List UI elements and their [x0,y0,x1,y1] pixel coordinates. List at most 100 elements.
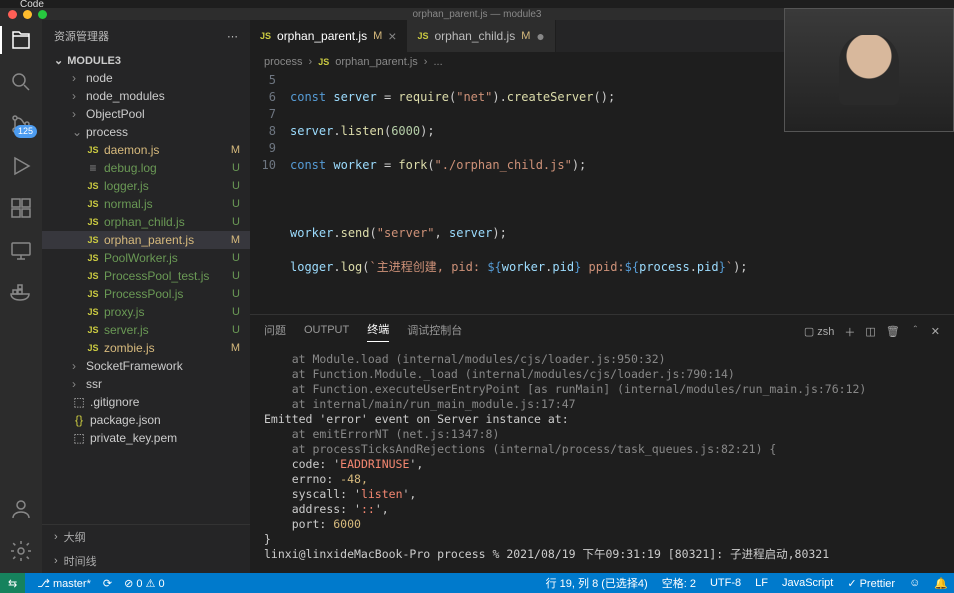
folder-item[interactable]: ›node_modules [42,87,250,105]
root-label: MODULE3 [67,55,121,67]
notifications-icon[interactable]: 🔔 [934,577,948,590]
status-bar: ⇆ ⎇ master* ⟳ ⊘ 0 ⚠ 0 行 19, 列 8 (已选择4) 空… [0,573,954,593]
more-icon[interactable]: ⋯ [227,30,238,43]
account-icon[interactable] [9,497,33,521]
file-item[interactable]: JSproxy.jsU [42,303,250,321]
feedback-icon[interactable]: ☺ [909,577,920,589]
language-mode[interactable]: JavaScript [782,577,833,589]
source-control-icon[interactable]: 125 [9,112,33,136]
panel-tab-debug-console[interactable]: 调试控制台 [407,322,462,342]
file-label: SocketFramework [86,359,183,373]
modified-dot-icon: ● [536,28,544,44]
split-terminal-icon[interactable]: ◫ [865,325,875,338]
file-item[interactable]: JSnormal.jsU [42,195,250,213]
breadcrumb-item[interactable]: ... [433,56,442,68]
git-status-badge: U [232,288,250,300]
zoom-window-icon[interactable] [38,10,47,19]
git-status-badge: M [231,234,250,246]
git-branch[interactable]: ⎇ master* [37,577,91,590]
folder-item[interactable]: ›ssr [42,375,250,393]
traffic-lights[interactable] [8,10,47,19]
maximize-panel-icon[interactable]: ＾ [910,324,921,340]
file-item[interactable]: JSserver.jsU [42,321,250,339]
panel-tab-terminal[interactable]: 终端 [367,321,389,342]
git-status-badge: U [232,270,250,282]
file-label: normal.js [104,197,153,211]
tab-label: orphan_child.js [434,29,515,43]
chevron-right-icon: › [54,531,58,543]
js-file-icon: JS [86,307,100,317]
file-item[interactable]: {} package.json [42,411,250,429]
file-icon: ⬚ [72,431,86,445]
file-tree: ›node›node_modules›ObjectPool⌄processJSd… [42,69,250,524]
folder-item[interactable]: ⌄process [42,123,250,141]
breadcrumb-item[interactable]: orphan_parent.js [335,56,418,68]
folder-item[interactable]: ›node [42,69,250,87]
file-label: package.json [90,413,161,427]
git-status-badge: M [231,144,250,156]
folder-item[interactable]: › ObjectPool [42,105,250,123]
file-label: ObjectPool [86,107,145,121]
close-panel-icon[interactable]: ✕ [931,325,940,338]
git-status-badge: M [231,342,250,354]
file-item[interactable]: JSorphan_parent.jsM [42,231,250,249]
file-label: debug.log [104,161,157,175]
file-item[interactable]: ⬚.gitignore [42,393,250,411]
file-item[interactable]: JSzombie.jsM [42,339,250,357]
chevron-right-icon: › [72,359,82,373]
breadcrumb-item[interactable]: process [264,56,303,68]
remote-indicator-icon[interactable]: ⇆ [0,573,25,593]
file-label: process [86,125,128,139]
problems-indicator[interactable]: ⊘ 0 ⚠ 0 [124,577,165,590]
panel-tab-output[interactable]: OUTPUT [304,324,349,340]
sync-icon[interactable]: ⟳ [103,577,112,590]
panel-tab-problems[interactable]: 问题 [264,322,286,342]
kill-terminal-icon[interactable]: 🗑 [886,325,900,338]
editor-tab[interactable]: JSorphan_parent.js M× [250,20,407,52]
cursor-position[interactable]: 行 19, 列 8 (已选择4) [546,575,648,591]
chevron-right-icon: › [72,89,82,103]
file-item[interactable]: JSlogger.jsU [42,177,250,195]
search-icon[interactable] [9,70,33,94]
chevron-right-icon: › [72,107,82,121]
git-status-badge: U [232,324,250,336]
file-item[interactable]: JSdaemon.jsM [42,141,250,159]
indentation[interactable]: 空格: 2 [662,575,696,591]
close-tab-icon[interactable]: × [388,28,396,44]
file-label: server.js [104,323,149,337]
encoding[interactable]: UTF-8 [710,577,741,589]
extensions-icon[interactable] [9,196,33,220]
file-item[interactable]: JSProcessPool.jsU [42,285,250,303]
file-item[interactable]: JSPoolWorker.jsU [42,249,250,267]
new-terminal-icon[interactable]: ＋ [844,324,855,340]
settings-gear-icon[interactable] [9,539,33,563]
file-label: proxy.js [104,305,144,319]
js-file-icon: JS [86,253,100,263]
close-window-icon[interactable] [8,10,17,19]
eol[interactable]: LF [755,577,768,589]
editor-tab[interactable]: JSorphan_child.js M● [407,20,555,52]
chevron-right-icon: › [54,555,58,567]
tab-label: orphan_parent.js [277,29,367,43]
file-item[interactable]: ≡debug.logU [42,159,250,177]
docker-icon[interactable] [9,280,33,304]
folder-item[interactable]: › SocketFramework [42,357,250,375]
explorer-icon[interactable] [9,28,33,52]
folder-root[interactable]: ⌄ MODULE3 [42,52,250,69]
outline-section[interactable]: ›大纲 [42,525,250,549]
minimize-window-icon[interactable] [23,10,32,19]
timeline-section[interactable]: ›时间线 [42,549,250,573]
terminal-output[interactable]: at Module.load (internal/modules/cjs/loa… [250,348,954,573]
file-item[interactable]: ⬚private_key.pem [42,429,250,447]
git-status-badge: U [232,162,250,174]
file-item[interactable]: JSorphan_child.jsU [42,213,250,231]
remote-explorer-icon[interactable] [9,238,33,262]
js-file-icon: JS [86,217,100,227]
prettier-status[interactable]: ✓ Prettier [847,577,895,590]
run-debug-icon[interactable] [9,154,33,178]
terminal-shell-selector[interactable]: ▢ zsh [804,325,835,338]
json-file-icon: {} [72,413,86,427]
js-file-icon: JS [260,31,271,41]
js-file-icon: JS [86,145,100,155]
file-item[interactable]: JSProcessPool_test.jsU [42,267,250,285]
